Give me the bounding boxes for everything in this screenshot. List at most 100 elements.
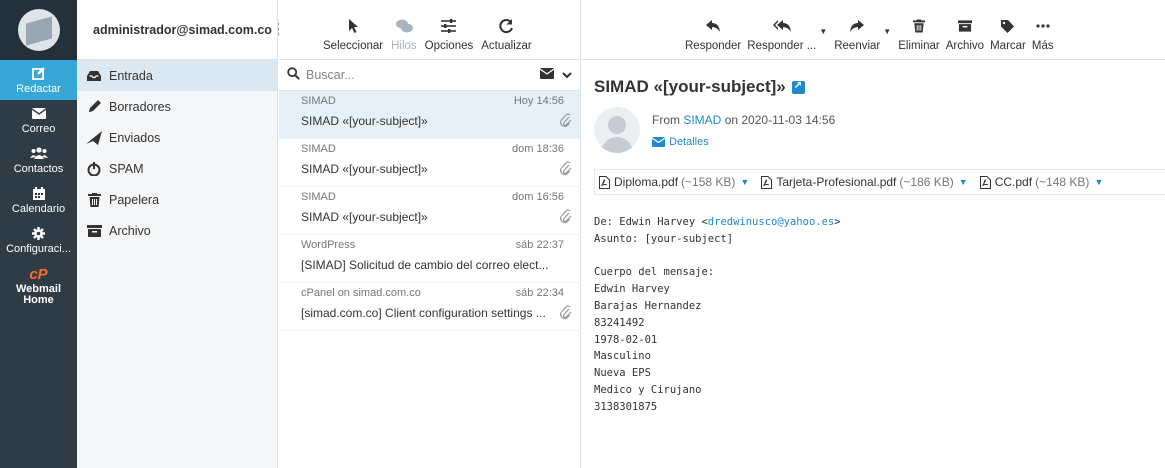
mail-icon bbox=[31, 105, 46, 121]
rail-mail[interactable]: Correo bbox=[0, 100, 77, 140]
sender-header: From SIMAD on 2020-11-03 14:56 Detalles bbox=[594, 107, 1165, 153]
from-prefix: From bbox=[652, 113, 680, 127]
trash-icon bbox=[84, 192, 104, 207]
message-from: SIMAD bbox=[301, 95, 336, 107]
search-input[interactable] bbox=[306, 68, 540, 82]
threads-icon bbox=[395, 15, 413, 37]
search-icon bbox=[287, 67, 300, 83]
message-date: dom 16:56 bbox=[512, 191, 564, 203]
body-email-link[interactable]: dredwinusco@yahoo.es bbox=[708, 216, 834, 228]
archive-icon bbox=[957, 15, 972, 37]
body-line: Asunto: [your-subject] bbox=[594, 232, 734, 245]
reply-label: Responder bbox=[685, 40, 742, 52]
message-date: sáb 22:34 bbox=[515, 287, 564, 299]
options-button[interactable]: Opciones bbox=[421, 15, 478, 52]
gear-icon bbox=[32, 225, 45, 241]
message-row[interactable]: WordPresssáb 22:37 •[SIMAD] Solicitud de… bbox=[279, 235, 580, 283]
attachment-item[interactable]: Diploma.pdf (~158 KB) ▼ bbox=[599, 175, 749, 189]
attachments-bar: Diploma.pdf (~158 KB) ▼ Tarjeta-Profesio… bbox=[594, 169, 1165, 195]
message-list-pane: Seleccionar Hilos Opciones Actualizar Bu… bbox=[279, 0, 581, 468]
body-line: Cuerpo del mensaje: bbox=[594, 266, 715, 279]
folder-archive-label: Archivo bbox=[109, 223, 151, 238]
select-button[interactable]: Seleccionar bbox=[319, 15, 387, 52]
details-link[interactable]: Detalles bbox=[652, 136, 835, 148]
send-icon bbox=[84, 130, 104, 145]
details-label: Detalles bbox=[669, 136, 709, 148]
body-line: Masculino bbox=[594, 350, 651, 363]
forward-button[interactable]: Reenviar bbox=[831, 15, 883, 52]
attachment-item[interactable]: Tarjeta-Profesional.pdf (~186 KB) ▼ bbox=[761, 175, 968, 189]
folder-trash-label: Papelera bbox=[109, 192, 160, 207]
envelope-filter-icon[interactable] bbox=[539, 68, 555, 82]
folder-archive[interactable]: Archivo bbox=[77, 215, 277, 246]
contacts-icon bbox=[29, 145, 48, 161]
folder-drafts[interactable]: Borradores bbox=[77, 91, 277, 122]
refresh-button[interactable]: Actualizar bbox=[477, 15, 536, 52]
reply-all-button[interactable]: Responder ... bbox=[744, 15, 819, 52]
delete-button[interactable]: Eliminar bbox=[895, 15, 943, 52]
folder-sent[interactable]: Enviados bbox=[77, 122, 277, 153]
rail-webmail-home[interactable]: cP Webmail Home bbox=[0, 260, 77, 312]
archive-button[interactable]: Archivo bbox=[943, 15, 987, 52]
folder-inbox[interactable]: Entrada bbox=[77, 60, 277, 91]
attachment-dropdown-icon[interactable]: ▼ bbox=[740, 177, 749, 187]
body-line: Medico y Cirujano bbox=[594, 383, 702, 396]
message-subject: [SIMAD] Solicitud de cambio del correo e… bbox=[301, 258, 549, 272]
rail-settings[interactable]: Configuraci... bbox=[0, 220, 77, 260]
email-subject-text: SIMAD «[your-subject]» bbox=[594, 77, 786, 96]
mark-label: Marcar bbox=[990, 40, 1026, 52]
folder-spam[interactable]: SPAM bbox=[77, 153, 277, 184]
email-date: on 2020-11-03 14:56 bbox=[724, 113, 836, 127]
message-row[interactable]: cPanel on simad.com.cosáb 22:34 •[simad.… bbox=[279, 283, 580, 331]
mark-button[interactable]: Marcar bbox=[987, 15, 1029, 52]
threads-button[interactable]: Hilos bbox=[387, 15, 421, 52]
threads-label: Hilos bbox=[391, 40, 417, 52]
account-menu[interactable]: administrador@simad.com.co bbox=[77, 0, 282, 60]
sliders-icon bbox=[441, 15, 457, 37]
rail-calendar-label: Calendario bbox=[11, 203, 66, 215]
archive-label: Archivo bbox=[945, 40, 985, 52]
forward-dropdown-icon[interactable]: ▼ bbox=[883, 27, 891, 36]
message-row[interactable]: SIMADdom 16:56 •SIMAD «[your-subject]» bbox=[279, 187, 580, 235]
message-from: SIMAD bbox=[301, 191, 336, 203]
folder-trash[interactable]: Papelera bbox=[77, 184, 277, 215]
message-row[interactable]: SIMADHoy 14:56 •SIMAD «[your-subject]» bbox=[279, 91, 580, 139]
message-date: Hoy 14:56 bbox=[513, 95, 564, 107]
reply-all-dropdown-icon[interactable]: ▼ bbox=[819, 27, 827, 36]
chevron-down-icon[interactable] bbox=[562, 68, 572, 82]
logo[interactable] bbox=[0, 0, 77, 60]
sender-link[interactable]: SIMAD bbox=[683, 113, 721, 127]
attachment-name: CC.pdf bbox=[994, 175, 1033, 189]
sender-meta: From SIMAD on 2020-11-03 14:56 Detalles bbox=[652, 113, 835, 153]
forward-icon bbox=[850, 15, 865, 37]
message-row[interactable]: SIMADdom 18:36 •SIMAD «[your-subject]» bbox=[279, 139, 580, 187]
reply-button[interactable]: Responder bbox=[682, 15, 744, 52]
cursor-icon bbox=[348, 15, 359, 37]
open-external-icon[interactable] bbox=[791, 80, 805, 94]
account-email: administrador@simad.com.co bbox=[93, 22, 272, 37]
rail-calendar[interactable]: Calendario bbox=[0, 180, 77, 220]
more-button[interactable]: Más bbox=[1029, 15, 1057, 52]
email-body: De: Edwin Harvey <dredwinusco@yahoo.es> … bbox=[594, 214, 1165, 416]
body-from-line: De: Edwin Harvey <dredwinusco@yahoo.es> bbox=[594, 216, 841, 228]
body-from-suffix: > bbox=[834, 216, 841, 228]
attachment-item[interactable]: CC.pdf (~148 KB) ▼ bbox=[979, 175, 1103, 189]
rail-compose[interactable]: Redactar bbox=[0, 60, 77, 100]
attachment-size: (~148 KB) bbox=[1035, 175, 1090, 189]
body-line: 83241492 bbox=[594, 316, 645, 329]
pdf-file-icon bbox=[599, 175, 610, 189]
envelope-icon bbox=[652, 137, 665, 147]
compose-icon bbox=[31, 65, 46, 81]
rail-contacts[interactable]: Contactos bbox=[0, 140, 77, 180]
reply-all-icon bbox=[772, 15, 791, 37]
message-subject: [simad.com.co] Client configuration sett… bbox=[301, 306, 546, 320]
folder-sent-label: Enviados bbox=[109, 130, 161, 145]
refresh-label: Actualizar bbox=[481, 40, 532, 52]
attachment-dropdown-icon[interactable]: ▼ bbox=[1094, 177, 1103, 187]
logo-icon bbox=[17, 9, 60, 51]
message-preview-pane: Responder Responder ... ▼ Reenviar ▼ Eli… bbox=[582, 0, 1165, 468]
message-subject: SIMAD «[your-subject]» bbox=[301, 162, 428, 176]
attachment-dropdown-icon[interactable]: ▼ bbox=[959, 177, 968, 187]
calendar-icon bbox=[32, 185, 45, 201]
preview-toolbar: Responder Responder ... ▼ Reenviar ▼ Eli… bbox=[582, 0, 1165, 60]
